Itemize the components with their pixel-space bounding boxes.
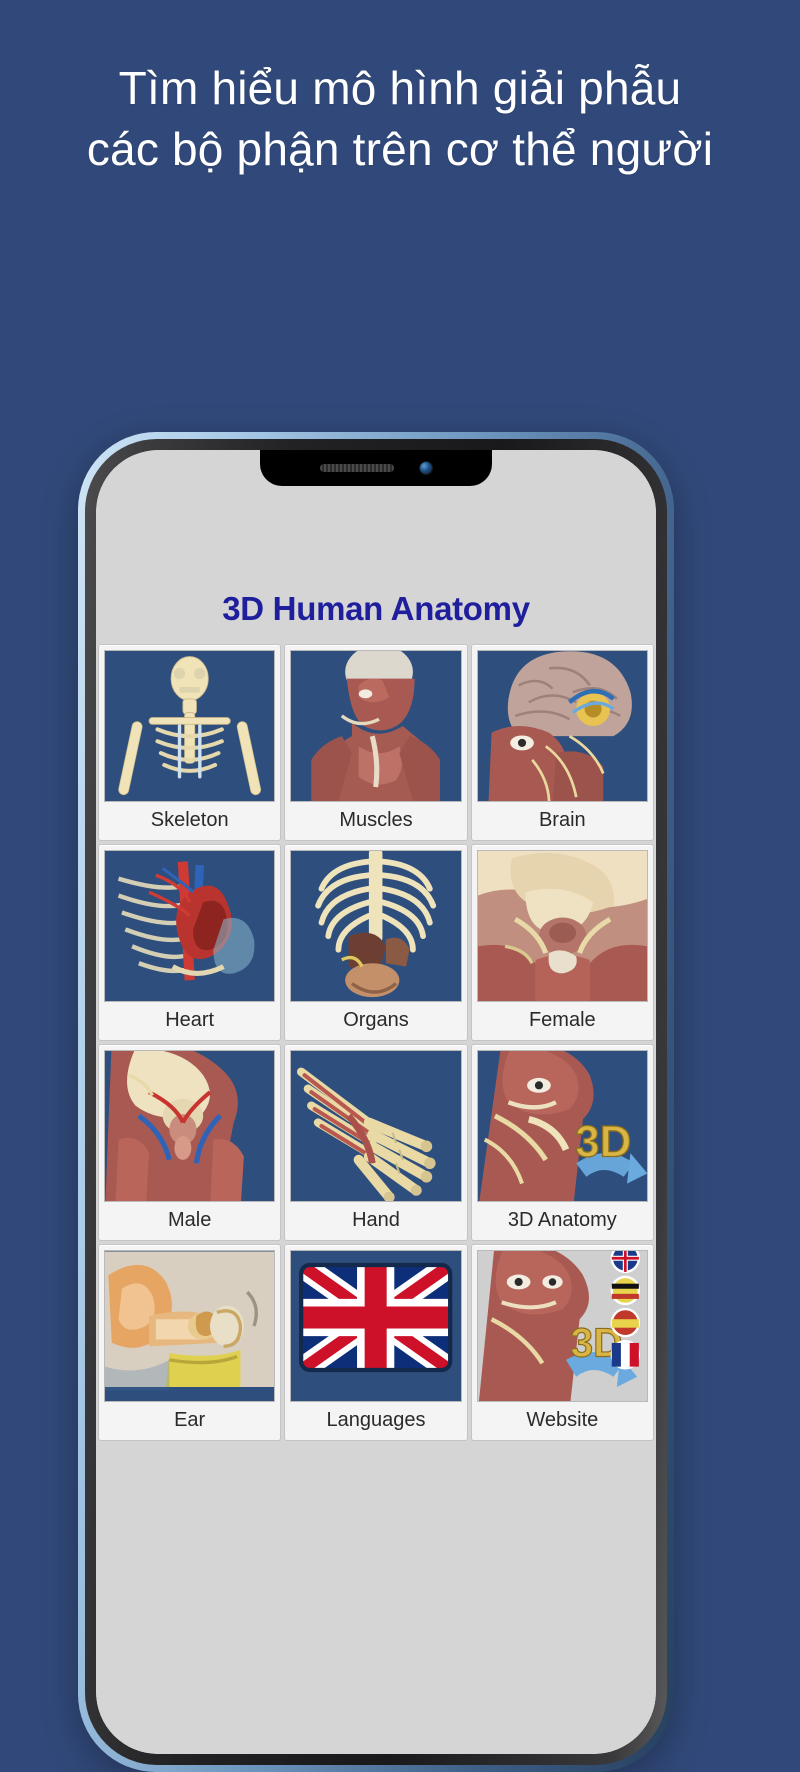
grid-item-male[interactable]: Male [98, 1044, 282, 1241]
anatomy-app: 3D Human Anatomy Skeleton Muscles Brain … [96, 450, 656, 1754]
phone-notch [260, 450, 492, 486]
female-anatomy-thumbnail [476, 850, 648, 1002]
front-camera-icon [420, 462, 432, 474]
speaker-grille-icon [320, 464, 394, 472]
grid-item-hand[interactable]: Hand [284, 1044, 468, 1241]
tile-label: Organs [343, 1009, 409, 1031]
svg-text:3D: 3D [575, 1117, 631, 1166]
tile-label: Hand [352, 1209, 400, 1231]
website-thumbnail: 3D [476, 1250, 648, 1402]
grid-item-muscles[interactable]: Muscles [284, 644, 468, 841]
heart-thumbnail [104, 850, 276, 1002]
hand-thumbnail [290, 1050, 462, 1202]
tile-label: Muscles [339, 809, 413, 831]
tile-label: Website [526, 1409, 599, 1431]
tile-label: Male [167, 1209, 212, 1231]
tile-label: Heart [165, 1009, 215, 1031]
anatomy-grid: Skeleton Muscles Brain Heart Organs Fema… [96, 644, 656, 1441]
tile-label: 3D Anatomy [507, 1209, 617, 1231]
grid-item-website[interactable]: 3D Website [470, 1244, 654, 1441]
muscles-thumbnail [290, 650, 462, 802]
skeleton-thumbnail [104, 650, 276, 802]
male-anatomy-thumbnail [104, 1050, 276, 1202]
phone-mockup: 3D Human Anatomy Skeleton Muscles Brain … [78, 432, 674, 1772]
page-headline: Tìm hiểu mô hình giải phẫu các bộ phận t… [0, 58, 800, 179]
3d-anatomy-thumbnail: 3D [476, 1050, 648, 1202]
tile-label: Ear [174, 1409, 206, 1431]
screen-content-area: 3D Human Anatomy Skeleton Muscles Brain … [96, 450, 656, 1754]
headline-line-2: các bộ phận trên cơ thể người [86, 122, 714, 175]
headline-line-1: Tìm hiểu mô hình giải phẫu [118, 62, 682, 114]
app-bottom-strip [96, 1694, 656, 1754]
brain-thumbnail [476, 650, 648, 802]
phone-screen: 3D Human Anatomy Skeleton Muscles Brain … [96, 450, 656, 1754]
tile-label: Female [528, 1009, 596, 1031]
organs-thumbnail [290, 850, 462, 1002]
uk-flag-thumbnail [290, 1250, 462, 1402]
grid-item-brain[interactable]: Brain [470, 644, 654, 841]
ear-thumbnail [104, 1250, 276, 1402]
tile-label: Skeleton [150, 809, 229, 831]
app-title: 3D Human Anatomy [222, 590, 530, 627]
grid-item-female[interactable]: Female [470, 844, 654, 1041]
grid-item-heart[interactable]: Heart [98, 844, 282, 1041]
phone-bezel: 3D Human Anatomy Skeleton Muscles Brain … [85, 439, 667, 1765]
grid-item-3d-anatomy[interactable]: 3D 3D Anatomy [470, 1044, 654, 1241]
tile-label: Languages [326, 1409, 426, 1431]
grid-item-ear[interactable]: Ear [98, 1244, 282, 1441]
tile-label: Brain [538, 809, 586, 831]
grid-item-skeleton[interactable]: Skeleton [98, 644, 282, 841]
grid-item-languages[interactable]: Languages [284, 1244, 468, 1441]
grid-item-organs[interactable]: Organs [284, 844, 468, 1041]
